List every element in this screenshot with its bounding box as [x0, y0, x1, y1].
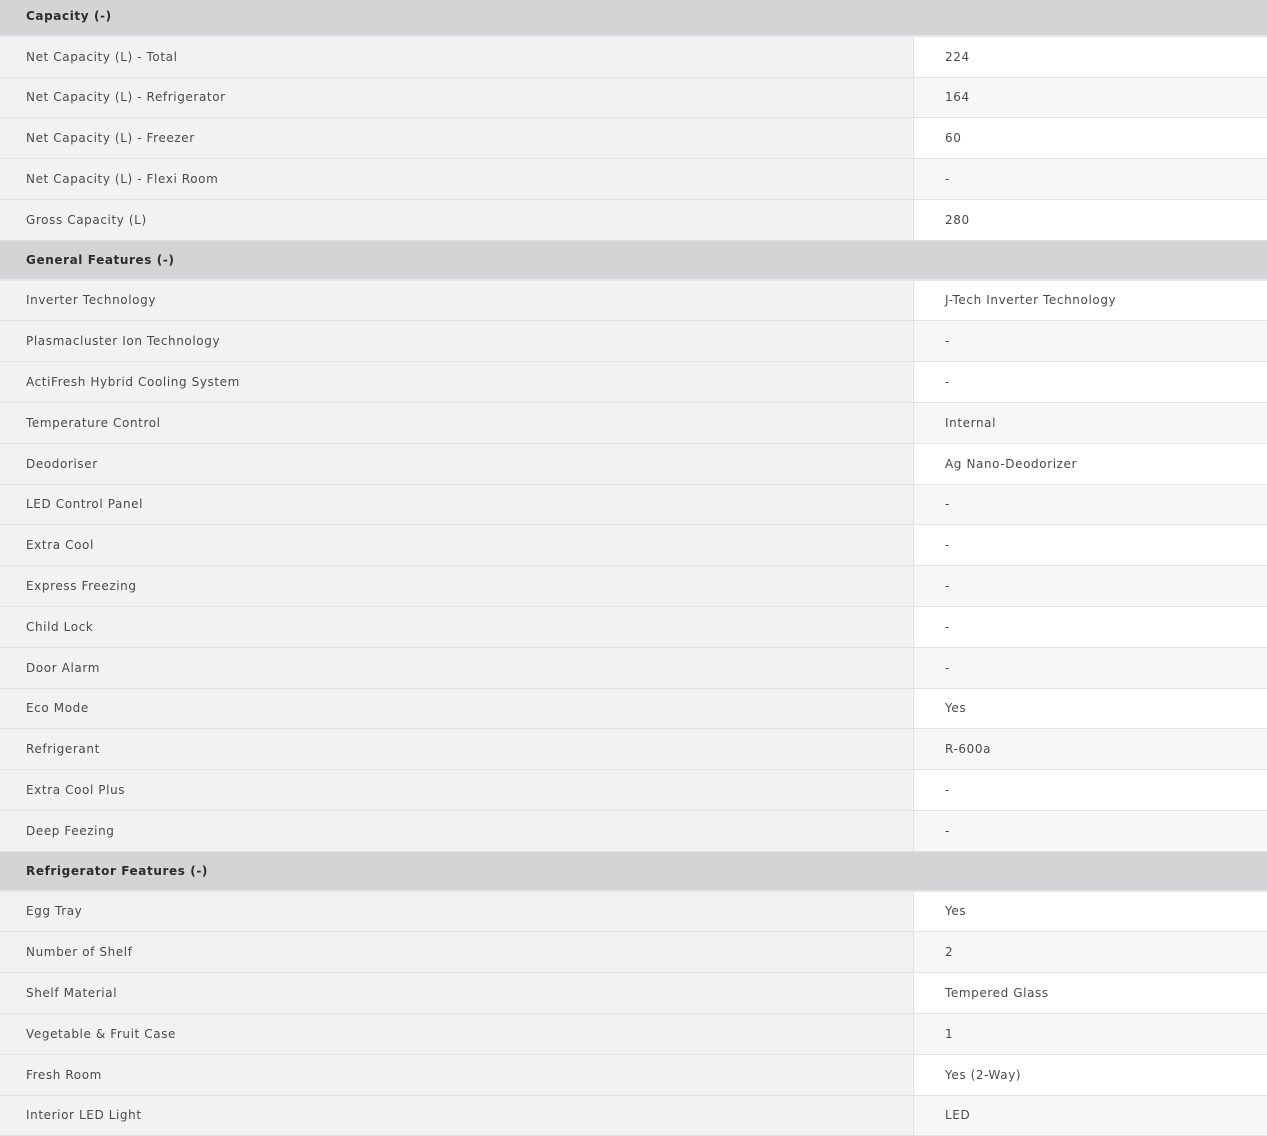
spec-row: Net Capacity (L) - Flexi Room - [0, 159, 1267, 200]
spec-value: - [913, 484, 1267, 525]
spec-label: Child Lock [0, 606, 913, 647]
spec-row: Extra Cool - [0, 525, 1267, 567]
spec-row: Vegetable & Fruit Case 1 [0, 1013, 1267, 1055]
spec-label: Refrigerant [0, 729, 913, 770]
spec-value: Ag Nano-Deodorizer [913, 443, 1267, 484]
spec-value: - [913, 566, 1267, 606]
spec-row: Deep Feezing - [0, 810, 1267, 852]
spec-row: Child Lock - [0, 606, 1267, 648]
section-header[interactable]: Capacity (-) [0, 0, 1267, 37]
spec-value: Internal [913, 402, 1267, 443]
spec-row: Extra Cool Plus - [0, 770, 1267, 811]
spec-value: - [913, 647, 1267, 688]
spec-label: Inverter Technology [0, 280, 913, 321]
spec-value: 1 [913, 1013, 1267, 1054]
spec-label: Fresh Room [0, 1054, 913, 1095]
spec-row: Temperature Control Internal [0, 402, 1267, 444]
spec-value: Yes [913, 891, 1267, 932]
spec-row: Fresh Room Yes (2-Way) [0, 1054, 1267, 1096]
section-title: General Features (-) [26, 252, 175, 267]
spec-label: Vegetable & Fruit Case [0, 1013, 913, 1054]
spec-label: Extra Cool Plus [0, 770, 913, 810]
spec-row: Plasmacluster Ion Technology - [0, 321, 1267, 363]
spec-row: Deodoriser Ag Nano-Deodorizer [0, 443, 1267, 485]
spec-label: Deodoriser [0, 443, 913, 484]
spec-label: Plasmacluster Ion Technology [0, 321, 913, 362]
spec-value: 2 [913, 932, 1267, 973]
spec-value: - [913, 525, 1267, 566]
spec-row: Door Alarm - [0, 647, 1267, 689]
spec-label: Express Freezing [0, 566, 913, 606]
spec-label: LED Control Panel [0, 484, 913, 525]
spec-row: Number of Shelf 2 [0, 932, 1267, 974]
spec-label: Net Capacity (L) - Refrigerator [0, 77, 913, 118]
spec-row: Interior LED Light LED [0, 1095, 1267, 1136]
spec-row: Net Capacity (L) - Total 224 [0, 36, 1267, 78]
spec-label: Egg Tray [0, 891, 913, 932]
spec-value: 164 [913, 77, 1267, 118]
spec-value: 60 [913, 118, 1267, 159]
spec-value: - [913, 321, 1267, 362]
section-title: Refrigerator Features (-) [26, 863, 209, 878]
spec-label: Temperature Control [0, 402, 913, 443]
section-header[interactable]: General Features (-) [0, 240, 1267, 281]
spec-value: - [913, 770, 1267, 810]
section-title: Capacity (-) [26, 8, 112, 23]
spec-value: - [913, 362, 1267, 402]
spec-value: LED [913, 1095, 1267, 1136]
spec-value: Yes (2-Way) [913, 1054, 1267, 1095]
spec-value: J-Tech Inverter Technology [913, 280, 1267, 321]
spec-value: 280 [913, 199, 1267, 240]
spec-row: LED Control Panel - [0, 484, 1267, 526]
spec-label: Deep Feezing [0, 810, 913, 851]
spec-row: Egg Tray Yes [0, 891, 1267, 933]
spec-row: Express Freezing - [0, 566, 1267, 607]
spec-value: R-600a [913, 729, 1267, 770]
spec-row: Inverter Technology J-Tech Inverter Techn… [0, 280, 1267, 322]
spec-label: Gross Capacity (L) [0, 199, 913, 240]
spec-label: Number of Shelf [0, 932, 913, 973]
spec-table: Capacity (-) Net Capacity (L) - Total 224 N… [0, 0, 1267, 1136]
spec-value: - [913, 810, 1267, 851]
spec-row: ActiFresh Hybrid Cooling System - [0, 362, 1267, 403]
spec-row: Net Capacity (L) - Freezer 60 [0, 118, 1267, 160]
spec-label: Net Capacity (L) - Flexi Room [0, 159, 913, 199]
spec-row: Eco Mode Yes [0, 688, 1267, 730]
spec-row: Gross Capacity (L) 280 [0, 199, 1267, 241]
spec-value: Tempered Glass [913, 973, 1267, 1013]
spec-value: - [913, 606, 1267, 647]
spec-label: Interior LED Light [0, 1095, 913, 1136]
spec-label: Extra Cool [0, 525, 913, 566]
spec-label: Door Alarm [0, 647, 913, 688]
spec-value: - [913, 159, 1267, 199]
spec-label: Eco Mode [0, 688, 913, 729]
spec-value: 224 [913, 36, 1267, 77]
spec-label: Net Capacity (L) - Freezer [0, 118, 913, 159]
spec-row: Shelf Material Tempered Glass [0, 973, 1267, 1014]
spec-row: Net Capacity (L) - Refrigerator 164 [0, 77, 1267, 119]
spec-value: Yes [913, 688, 1267, 729]
spec-label: ActiFresh Hybrid Cooling System [0, 362, 913, 402]
spec-label: Shelf Material [0, 973, 913, 1013]
spec-label: Net Capacity (L) - Total [0, 36, 913, 77]
section-header[interactable]: Refrigerator Features (-) [0, 851, 1267, 892]
spec-row: Refrigerant R-600a [0, 729, 1267, 771]
